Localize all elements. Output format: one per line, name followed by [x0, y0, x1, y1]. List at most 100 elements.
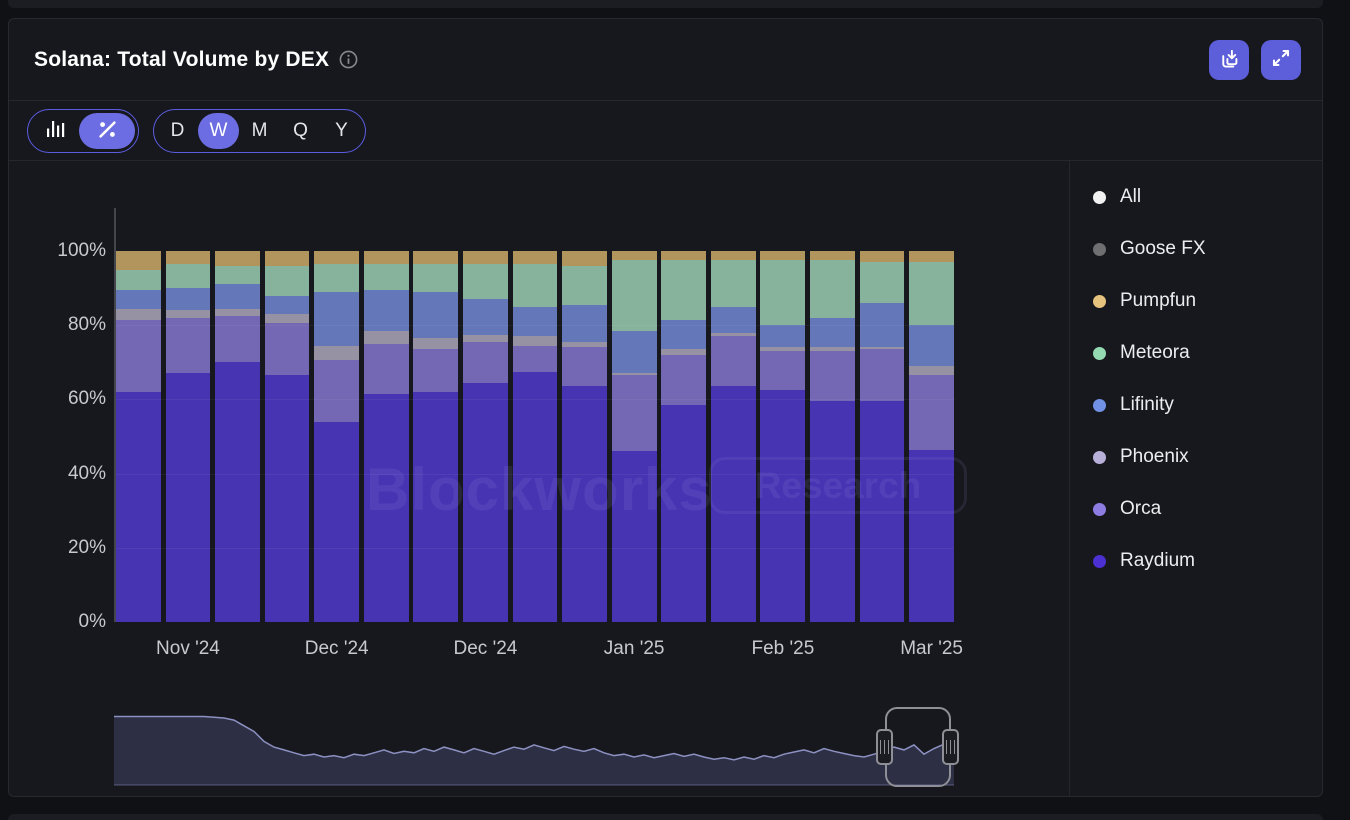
bar-segment-meteora[interactable] [166, 264, 211, 288]
bar-segment-raydium[interactable] [661, 405, 706, 622]
bar-segment-lifinity[interactable] [661, 320, 706, 350]
bar-segment-phoenix[interactable] [513, 336, 558, 345]
bar-segment-phoenix[interactable] [364, 331, 409, 344]
bar-segment-raydium[interactable] [215, 362, 260, 622]
bar-segment-orca[interactable] [562, 347, 607, 386]
bar-segment-meteora[interactable] [265, 266, 310, 296]
bar-segment-meteora[interactable] [562, 266, 607, 305]
bar-segment-raydium[interactable] [562, 386, 607, 622]
stacked-bar[interactable] [909, 251, 954, 622]
bar-segment-lifinity[interactable] [810, 318, 855, 348]
bar-segment-orca[interactable] [810, 351, 855, 401]
bar-segment-pumpfun[interactable] [661, 251, 706, 260]
legend-item-phoenix[interactable]: Phoenix [1093, 447, 1322, 467]
bar-segment-meteora[interactable] [711, 260, 756, 306]
stacked-bar[interactable] [364, 251, 409, 622]
bar-segment-raydium[interactable] [909, 450, 954, 623]
bar-segment-phoenix[interactable] [909, 366, 954, 375]
navigator-right-handle[interactable] [942, 729, 959, 765]
legend-item-meteora[interactable]: Meteora [1093, 343, 1322, 363]
stacked-bar[interactable] [860, 251, 905, 622]
bar-segment-lifinity[interactable] [860, 303, 905, 348]
bar-segment-orca[interactable] [711, 336, 756, 386]
stacked-bar[interactable] [413, 251, 458, 622]
bar-segment-phoenix[interactable] [166, 310, 211, 317]
bar-segment-meteora[interactable] [413, 264, 458, 292]
bar-segment-lifinity[interactable] [760, 325, 805, 347]
bar-segment-meteora[interactable] [215, 266, 260, 285]
bar-segment-phoenix[interactable] [215, 309, 260, 316]
stacked-bar[interactable] [661, 251, 706, 622]
info-icon[interactable] [339, 50, 358, 69]
bar-segment-raydium[interactable] [463, 383, 508, 622]
export-chart-button[interactable] [1209, 40, 1249, 80]
bar-segment-lifinity[interactable] [463, 299, 508, 334]
chart-type-percent-button[interactable] [79, 113, 135, 149]
bar-segment-meteora[interactable] [463, 264, 508, 299]
bar-segment-lifinity[interactable] [413, 292, 458, 338]
bar-segment-meteora[interactable] [364, 264, 409, 290]
bar-segment-meteora[interactable] [314, 264, 359, 292]
bar-segment-orca[interactable] [661, 355, 706, 405]
bar-segment-phoenix[interactable] [265, 314, 310, 323]
bar-segment-pumpfun[interactable] [314, 251, 359, 264]
stacked-bar[interactable] [612, 251, 657, 622]
bar-segment-meteora[interactable] [810, 260, 855, 318]
bar-segment-pumpfun[interactable] [166, 251, 211, 264]
bar-segment-pumpfun[interactable] [215, 251, 260, 266]
stacked-bar[interactable] [166, 251, 211, 622]
range-button-w[interactable]: W [198, 113, 239, 149]
legend-item-orca[interactable]: Orca [1093, 499, 1322, 519]
bar-segment-raydium[interactable] [860, 401, 905, 622]
bar-segment-raydium[interactable] [265, 375, 310, 622]
bar-segment-orca[interactable] [760, 351, 805, 390]
stacked-bar[interactable] [711, 251, 756, 622]
bar-segment-raydium[interactable] [513, 372, 558, 622]
bar-segment-pumpfun[interactable] [364, 251, 409, 264]
bar-segment-lifinity[interactable] [265, 296, 310, 315]
bar-segment-raydium[interactable] [760, 390, 805, 622]
bar-segment-pumpfun[interactable] [562, 251, 607, 266]
bar-segment-orca[interactable] [413, 349, 458, 392]
stacked-bar[interactable] [562, 251, 607, 622]
bar-segment-lifinity[interactable] [562, 305, 607, 342]
bar-segment-phoenix[interactable] [314, 346, 359, 361]
bar-segment-pumpfun[interactable] [413, 251, 458, 264]
stacked-bar[interactable] [215, 251, 260, 622]
bar-segment-lifinity[interactable] [612, 331, 657, 374]
expand-button[interactable] [1261, 40, 1301, 80]
legend-item-lifinity[interactable]: Lifinity [1093, 395, 1322, 415]
bar-segment-orca[interactable] [463, 342, 508, 383]
legend-item-all[interactable]: All [1093, 187, 1322, 207]
bar-segment-pumpfun[interactable] [513, 251, 558, 264]
range-button-y[interactable]: Y [321, 113, 362, 149]
bar-segment-lifinity[interactable] [909, 325, 954, 366]
bar-segment-lifinity[interactable] [711, 307, 756, 333]
bar-segment-orca[interactable] [116, 320, 161, 392]
bar-segment-pumpfun[interactable] [265, 251, 310, 266]
legend-item-pumpfun[interactable]: Pumpfun [1093, 291, 1322, 311]
bar-segment-raydium[interactable] [116, 392, 161, 622]
bar-segment-lifinity[interactable] [215, 284, 260, 308]
range-button-m[interactable]: M [239, 113, 280, 149]
bar-segment-raydium[interactable] [810, 401, 855, 622]
bar-segment-raydium[interactable] [711, 386, 756, 622]
stacked-bar[interactable] [116, 251, 161, 622]
plot-area[interactable] [116, 251, 954, 622]
stacked-bar[interactable] [463, 251, 508, 622]
bar-segment-orca[interactable] [215, 316, 260, 362]
bar-segment-orca[interactable] [860, 349, 905, 401]
bar-segment-lifinity[interactable] [314, 292, 359, 346]
bar-segment-pumpfun[interactable] [810, 251, 855, 260]
stacked-bar[interactable] [810, 251, 855, 622]
bar-segment-orca[interactable] [166, 318, 211, 374]
bar-segment-lifinity[interactable] [166, 288, 211, 310]
bar-segment-orca[interactable] [612, 375, 657, 451]
stacked-bar[interactable] [760, 251, 805, 622]
bar-segment-phoenix[interactable] [413, 338, 458, 349]
bar-segment-pumpfun[interactable] [860, 251, 905, 262]
bar-segment-meteora[interactable] [661, 260, 706, 319]
bar-segment-meteora[interactable] [909, 262, 954, 325]
bar-segment-phoenix[interactable] [116, 309, 161, 320]
bar-segment-meteora[interactable] [860, 262, 905, 303]
